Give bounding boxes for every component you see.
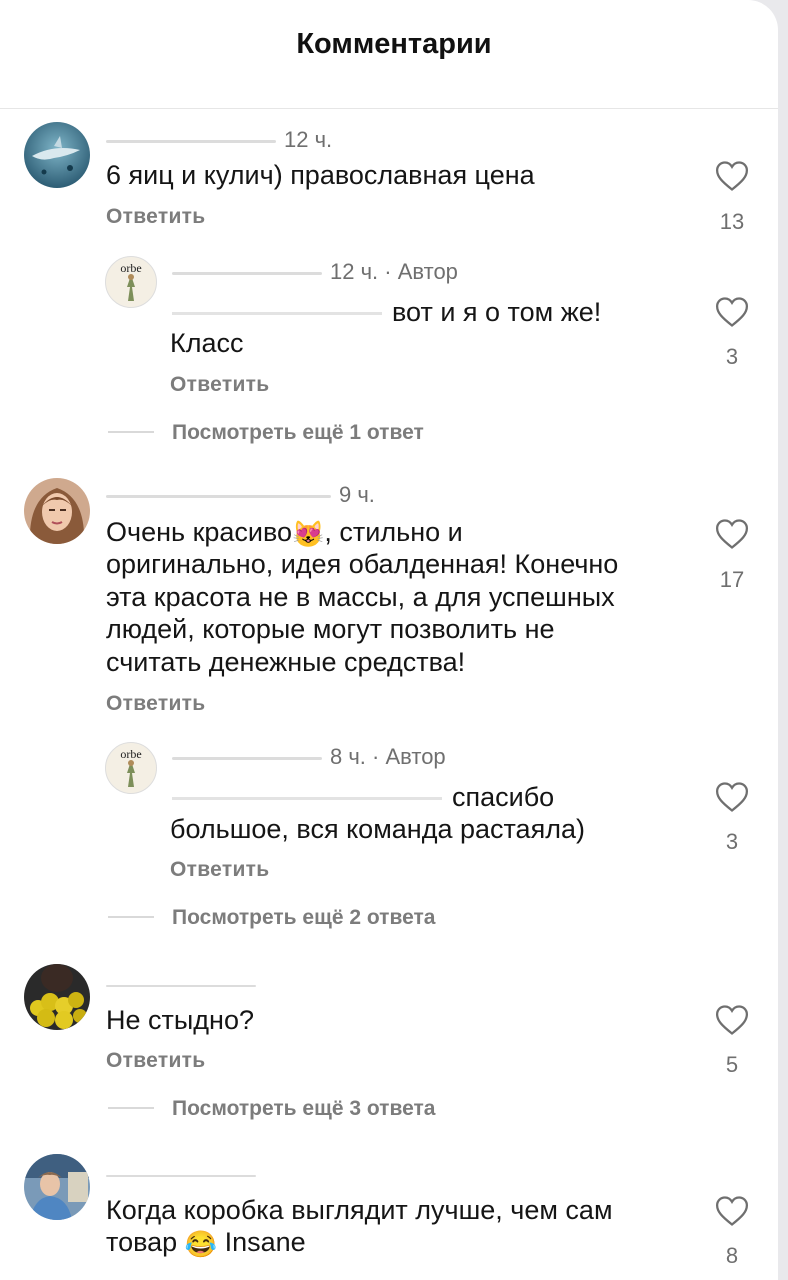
comment-text-part: Insane (224, 1227, 306, 1257)
shark-photo-icon (24, 122, 90, 188)
divider (108, 431, 154, 433)
divider (108, 916, 154, 918)
reply-button[interactable]: Ответить (170, 858, 269, 882)
reply-meta: 8 ч. · Автор (172, 744, 446, 770)
divider (108, 1107, 154, 1109)
comment-text-line: людей, которые могут позволить не (106, 614, 555, 644)
like-count: 17 (719, 567, 745, 592)
avatar[interactable] (24, 964, 90, 1030)
comment-text-part: товар (106, 1227, 178, 1257)
comment-text: Не стыдно? (106, 1005, 254, 1035)
like-count: 8 (725, 1243, 739, 1268)
heart-icon (715, 1005, 749, 1035)
reply-text-line2: большое, вся команда растаяла) (170, 814, 585, 844)
tears-of-joy-emoji-icon: 😂 (184, 1229, 218, 1259)
comment-text-line: Когда коробка выглядит лучше, чем сам (106, 1195, 613, 1225)
like-button[interactable] (715, 1195, 749, 1227)
avatar[interactable] (24, 478, 90, 544)
comment-time: 9 ч. (339, 482, 375, 507)
avatar[interactable]: orbe (105, 742, 157, 794)
reply-button[interactable]: Ответить (106, 1049, 205, 1073)
page-title: Комментарии (296, 28, 492, 60)
comment-text-part: Очень красиво (106, 517, 293, 547)
view-more-replies-button[interactable]: Посмотреть ещё 3 ответа (172, 1097, 435, 1121)
author-tag: Автор (397, 259, 458, 284)
comment-text: 6 яиц и кулич) православная цена (106, 160, 535, 190)
reply-time: 12 ч. (330, 259, 379, 284)
comment-text-line: товар 😂 Insane (106, 1226, 306, 1258)
like-count: 3 (725, 829, 739, 854)
heart-icon (715, 519, 749, 549)
comment-meta (106, 972, 264, 998)
reply-text-line2: Класс (170, 328, 244, 358)
person-photo-icon (24, 1154, 90, 1220)
avatar-text: orbe (120, 261, 141, 275)
reply-button[interactable]: Ответить (106, 692, 205, 716)
author-tag: Автор (385, 744, 446, 769)
reply-text-line1: вот и я о том же! (172, 296, 601, 328)
brand-logo-icon: orbe (120, 261, 142, 301)
comment-text-line: считать денежные средства! (106, 647, 466, 677)
reply-text: вот и я о том же! (392, 297, 602, 327)
comment-meta: 12 ч. (106, 127, 332, 153)
heart-icon (715, 297, 749, 327)
heart-icon (715, 782, 749, 812)
comment-text: Очень красиво😻, стильно и (106, 516, 686, 548)
heart-icon (715, 161, 749, 191)
flowers-photo-icon (24, 964, 90, 1030)
reply-meta: 12 ч. · Автор (172, 259, 458, 285)
comment-text-line: оригинально, идея обалденная! Конечно (106, 549, 619, 579)
like-button[interactable] (715, 518, 749, 550)
comment-time: 12 ч. (284, 127, 333, 152)
like-count: 3 (725, 344, 739, 369)
view-more-replies-button[interactable]: Посмотреть ещё 2 ответа (172, 906, 435, 930)
like-button[interactable] (715, 296, 749, 328)
woman-photo-icon (24, 478, 90, 544)
avatar-text: orbe (120, 747, 141, 761)
comment-text-line: эта красота не в массы, а для успешных (106, 582, 615, 612)
avatar[interactable]: orbe (105, 256, 157, 308)
reply-text: спасибо (452, 782, 555, 812)
heart-icon (715, 1196, 749, 1226)
reply-button[interactable]: Ответить (170, 373, 269, 397)
like-button[interactable] (715, 1004, 749, 1036)
avatar[interactable] (24, 122, 90, 188)
comment-meta: 9 ч. (106, 482, 375, 508)
comments-sheet: Комментарии 12 ч. 6 яиц и кулич) правосл… (0, 0, 778, 1280)
reply-time: 8 ч. (330, 744, 366, 769)
avatar[interactable] (24, 1154, 90, 1220)
comment-meta (106, 1162, 264, 1188)
comment-text-part: , стильно и (324, 517, 463, 547)
reply-text-line1: спасибо (172, 781, 554, 813)
reply-button[interactable]: Ответить (106, 205, 205, 229)
like-count: 5 (725, 1052, 739, 1077)
brand-logo-icon: orbe (120, 747, 142, 787)
heart-eyes-cat-emoji-icon: 😻 (292, 519, 325, 549)
like-button[interactable] (715, 160, 749, 192)
sheet-header: Комментарии (0, 0, 778, 109)
like-count: 13 (719, 209, 745, 234)
like-button[interactable] (715, 781, 749, 813)
view-more-replies-button[interactable]: Посмотреть ещё 1 ответ (172, 421, 424, 445)
